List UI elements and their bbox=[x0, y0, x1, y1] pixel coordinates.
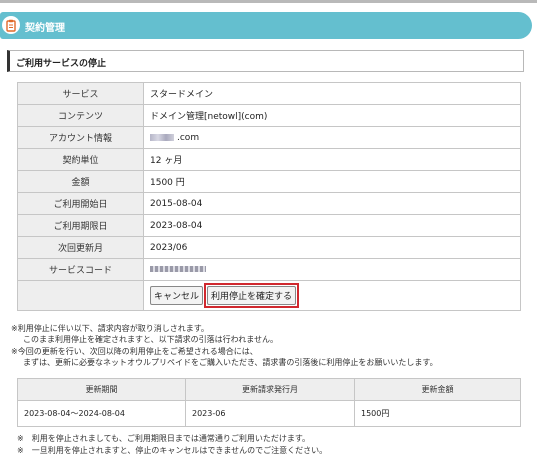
value-amount: 1500 円 bbox=[143, 170, 521, 193]
table-row: 2023-08-04〜2024-08-04 2023-06 1500円 bbox=[17, 400, 521, 427]
footer-note-line: ※ 一旦利用を停止されますと、停止のキャンセルはできませんのでご注意ください。 bbox=[17, 445, 328, 455]
cancel-button[interactable]: キャンセル bbox=[150, 286, 204, 305]
redacted-account bbox=[150, 133, 174, 141]
table-row: 金額 1500 円 bbox=[17, 170, 521, 193]
value-next-renewal: 2023/06 bbox=[143, 236, 521, 259]
account-domain: .com bbox=[177, 132, 200, 143]
col-renewal-period: 更新期間 bbox=[17, 378, 186, 401]
value-start-date: 2015-08-04 bbox=[143, 192, 521, 215]
table-header-row: 更新期間 更新請求発行月 更新金額 bbox=[17, 378, 521, 401]
label-contents: コンテンツ bbox=[17, 104, 144, 127]
confirm-stop-button[interactable]: 利用停止を確定する bbox=[207, 286, 297, 305]
service-info-table: サービス スタードメイン コンテンツ ドメイン管理[netowl](com) ア… bbox=[17, 82, 521, 311]
cancellation-notes: ※利用停止に伴い以下、請求内容が取り消しされます。 このまま利用停止を確定されま… bbox=[11, 323, 533, 368]
cell-invoice-month: 2023-06 bbox=[185, 400, 355, 427]
table-row: ご利用開始日 2015-08-04 bbox=[17, 192, 521, 215]
top-divider bbox=[0, 0, 537, 3]
label-service: サービス bbox=[17, 82, 144, 105]
value-account: .com bbox=[143, 126, 521, 149]
label-service-code: サービスコード bbox=[17, 258, 144, 281]
value-service: スタードメイン bbox=[143, 82, 521, 105]
note-line: このまま利用停止を確定されますと、以下請求の引落は行われません。 bbox=[23, 335, 279, 345]
label-amount: 金額 bbox=[17, 170, 144, 193]
label-next-renewal: 次回更新月 bbox=[17, 236, 144, 259]
table-row: アカウント情報 .com bbox=[17, 126, 521, 149]
cell-period: 2023-08-04〜2024-08-04 bbox=[17, 400, 186, 427]
col-invoice-month: 更新請求発行月 bbox=[185, 378, 355, 401]
label-account: アカウント情報 bbox=[17, 126, 144, 149]
note-line: ※今回の更新を行い、次回以降の利用停止をご希望される場合には、 bbox=[11, 346, 258, 356]
section-header: ご利用サービスの停止 bbox=[7, 50, 524, 72]
header-bar: 契約管理 bbox=[0, 12, 532, 39]
footer-note-line: ※ 利用を停止されましても、ご利用期限日までは通常通りご利用いただけます。 bbox=[17, 434, 311, 443]
table-row: 契約単位 12 ヶ月 bbox=[17, 148, 521, 171]
table-row: ご利用期限日 2023-08-04 bbox=[17, 214, 521, 237]
button-cell: キャンセル 利用停止を確定する bbox=[143, 280, 521, 311]
value-expiry-date: 2023-08-04 bbox=[143, 214, 521, 237]
page-title: 契約管理 bbox=[25, 23, 65, 34]
footer-notes: ※ 利用を停止されましても、ご利用期限日までは通常通りご利用いただけます。 ※ … bbox=[17, 433, 327, 456]
button-row-spacer bbox=[17, 280, 144, 311]
note-line: ※利用停止に伴い以下、請求内容が取り消しされます。 bbox=[11, 324, 209, 333]
table-row: サービスコード bbox=[17, 258, 521, 281]
redacted-service-code bbox=[150, 266, 206, 272]
col-renewal-amount: 更新金額 bbox=[354, 378, 521, 401]
button-row: キャンセル 利用停止を確定する bbox=[17, 280, 521, 311]
cell-amount: 1500円 bbox=[354, 400, 521, 427]
section-title: ご利用サービスの停止 bbox=[16, 59, 107, 69]
table-row: サービス スタードメイン bbox=[17, 82, 521, 105]
value-contract-unit: 12 ヶ月 bbox=[143, 148, 521, 171]
renewal-table: 更新期間 更新請求発行月 更新金額 2023-08-04〜2024-08-04 … bbox=[17, 378, 521, 427]
label-contract-unit: 契約単位 bbox=[17, 148, 144, 171]
table-row: 次回更新月 2023/06 bbox=[17, 236, 521, 259]
value-contents: ドメイン管理[netowl](com) bbox=[143, 104, 521, 127]
clipboard-icon bbox=[2, 16, 20, 34]
note-line: まずは、更新に必要なネットオウルプリペイドをご購入いただき、請求書の引落後に利用… bbox=[23, 357, 438, 367]
label-start-date: ご利用開始日 bbox=[17, 192, 144, 215]
confirm-highlight: 利用停止を確定する bbox=[204, 283, 300, 308]
label-expiry-date: ご利用期限日 bbox=[17, 214, 144, 237]
value-service-code bbox=[143, 258, 521, 281]
table-row: コンテンツ ドメイン管理[netowl](com) bbox=[17, 104, 521, 127]
